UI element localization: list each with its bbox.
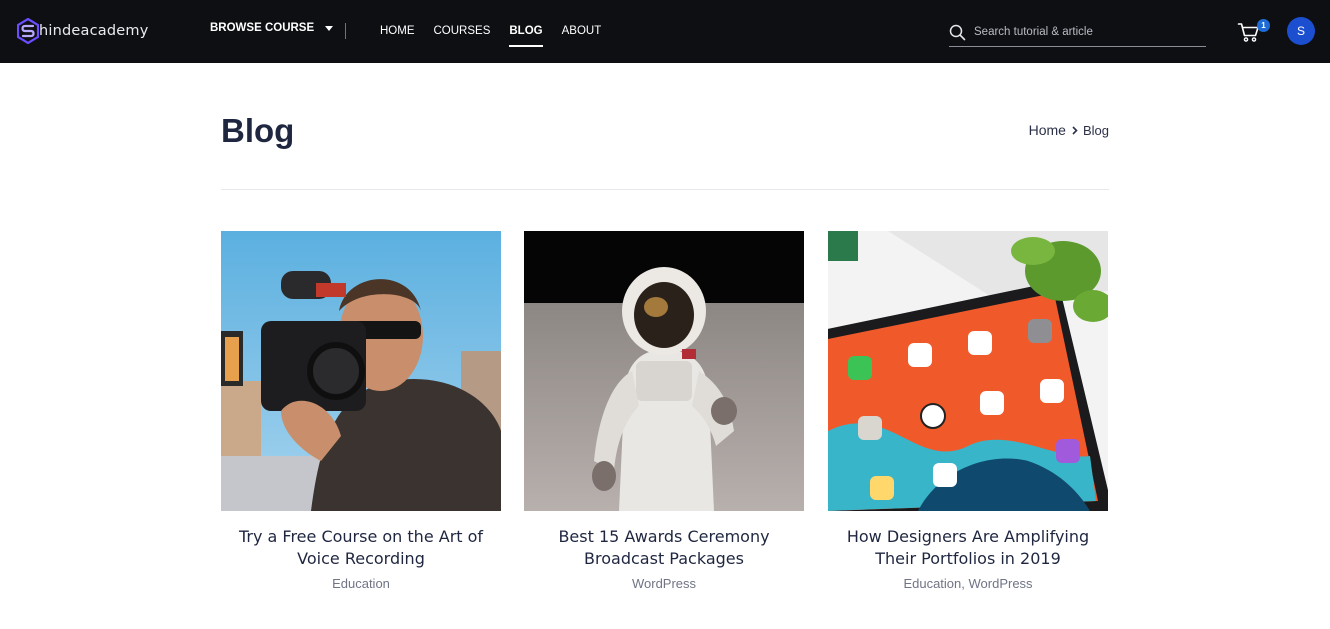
- chevron-right-icon: [1072, 122, 1078, 138]
- search-icon: [949, 24, 966, 40]
- main-nav: HOME COURSES BLOG ABOUT: [380, 23, 620, 47]
- post-categories: WordPress: [524, 576, 804, 591]
- breadcrumb-current: Blog: [1082, 122, 1109, 138]
- post-title[interactable]: Best 15 Awards Ceremony Broadcast Packag…: [524, 526, 804, 570]
- category-separator: ,: [961, 576, 969, 591]
- blog-card: Best 15 Awards Ceremony Broadcast Packag…: [524, 231, 804, 591]
- post-thumbnail-astronaut[interactable]: [524, 231, 804, 511]
- header-divider: [221, 189, 1109, 190]
- nav-link-courses[interactable]: COURSES: [434, 23, 491, 39]
- post-title[interactable]: How Designers Are Amplifying Their Portf…: [828, 526, 1108, 570]
- post-category-link[interactable]: WordPress: [632, 576, 696, 591]
- astronaut-image: [524, 231, 804, 511]
- top-navbar: hindeacademy BROWSE COURSE HOME COURSES …: [0, 0, 1330, 63]
- post-category-link[interactable]: Education: [332, 576, 390, 591]
- nav-divider: [345, 23, 346, 39]
- logo-mark-icon: [17, 18, 39, 44]
- blog-card: How Designers Are Amplifying Their Portf…: [828, 231, 1108, 591]
- caret-down-icon: [325, 25, 334, 31]
- browse-course-dropdown[interactable]: BROWSE COURSE: [210, 22, 334, 34]
- search-input[interactable]: [974, 26, 1194, 38]
- brand-name: hindeacademy: [39, 23, 149, 39]
- breadcrumb: Home Blog: [1025, 122, 1109, 138]
- search-bar: [949, 18, 1206, 47]
- post-category-link[interactable]: Education: [903, 576, 961, 591]
- browse-course-label: BROWSE COURSE: [210, 22, 315, 34]
- breadcrumb-home-link[interactable]: Home: [1029, 122, 1066, 138]
- post-thumbnail-videographer[interactable]: [221, 231, 501, 511]
- page-title: Blog: [221, 112, 295, 149]
- post-categories: Education: [221, 576, 501, 591]
- post-thumbnail-tablet[interactable]: [828, 231, 1108, 511]
- nav-link-home[interactable]: HOME: [380, 23, 415, 39]
- nav-link-about[interactable]: ABOUT: [562, 23, 602, 39]
- cart-count-badge: 1: [1257, 19, 1270, 32]
- post-categories: Education, WordPress: [828, 576, 1108, 591]
- blog-card: Try a Free Course on the Art of Voice Re…: [221, 231, 501, 591]
- brand-logo[interactable]: hindeacademy: [17, 17, 149, 45]
- nav-link-blog[interactable]: BLOG: [509, 23, 543, 47]
- user-avatar[interactable]: S: [1287, 17, 1315, 45]
- post-category-link[interactable]: WordPress: [969, 576, 1033, 591]
- post-title[interactable]: Try a Free Course on the Art of Voice Re…: [221, 526, 501, 570]
- videographer-image: [221, 231, 501, 511]
- tablet-image: [828, 231, 1108, 511]
